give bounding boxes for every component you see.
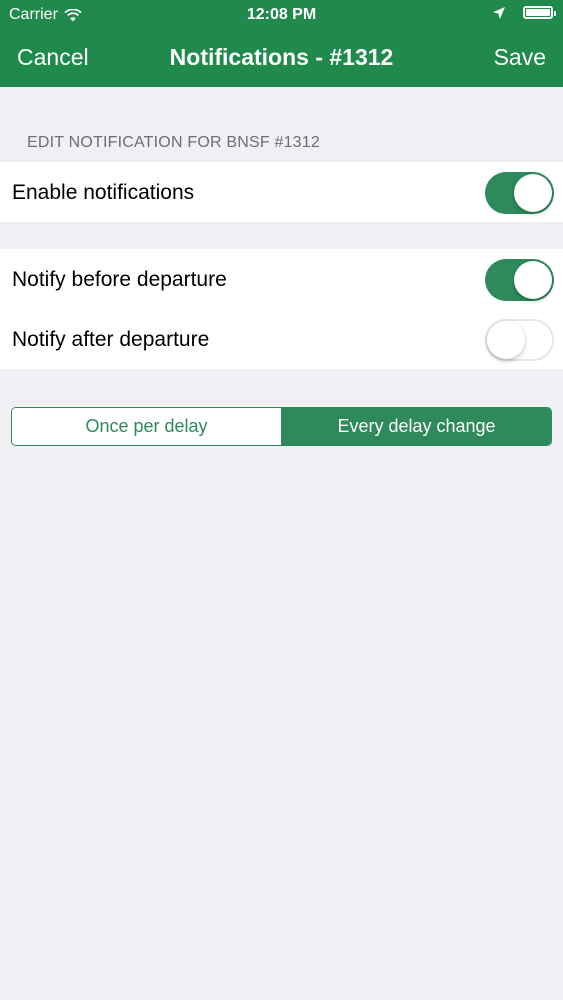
enable-notifications-row: Enable notifications [0,162,563,222]
toggle-knob [514,261,552,299]
enable-notifications-label: Enable notifications [12,181,195,204]
location-arrow-icon [493,6,505,19]
segment-once-per-delay[interactable]: Once per delay [12,408,281,445]
status-time: 12:08 PM [246,6,317,23]
enable-notifications-toggle[interactable] [485,172,554,214]
header: Carrier 12:08 PM Cancel Notifications - … [0,0,563,87]
notify-after-toggle[interactable] [485,319,554,361]
toggle-knob [514,174,552,212]
delay-frequency-segmented-control: Once per delay Every delay change [11,407,552,446]
segment-every-delay-change[interactable]: Every delay change [281,408,551,445]
notify-after-row: Notify after departure [0,309,563,369]
save-button[interactable]: Save [494,44,546,71]
departure-group: Notify before departure Notify after dep… [0,249,563,369]
battery-icon [523,6,556,19]
status-bar: Carrier 12:08 PM [0,0,563,30]
notify-before-label: Notify before departure [12,268,227,291]
page-title: Notifications - #1312 [169,44,394,70]
notify-after-label: Notify after departure [12,328,210,351]
notify-before-row: Notify before departure [0,249,563,309]
nav-bar: Cancel Notifications - #1312 Save [0,30,563,87]
enable-group: Enable notifications [0,162,563,222]
toggle-knob [487,321,525,359]
status-right [493,6,556,19]
notify-before-toggle[interactable] [485,259,554,301]
section-header: EDIT NOTIFICATION FOR BNSF #1312 [27,134,320,151]
